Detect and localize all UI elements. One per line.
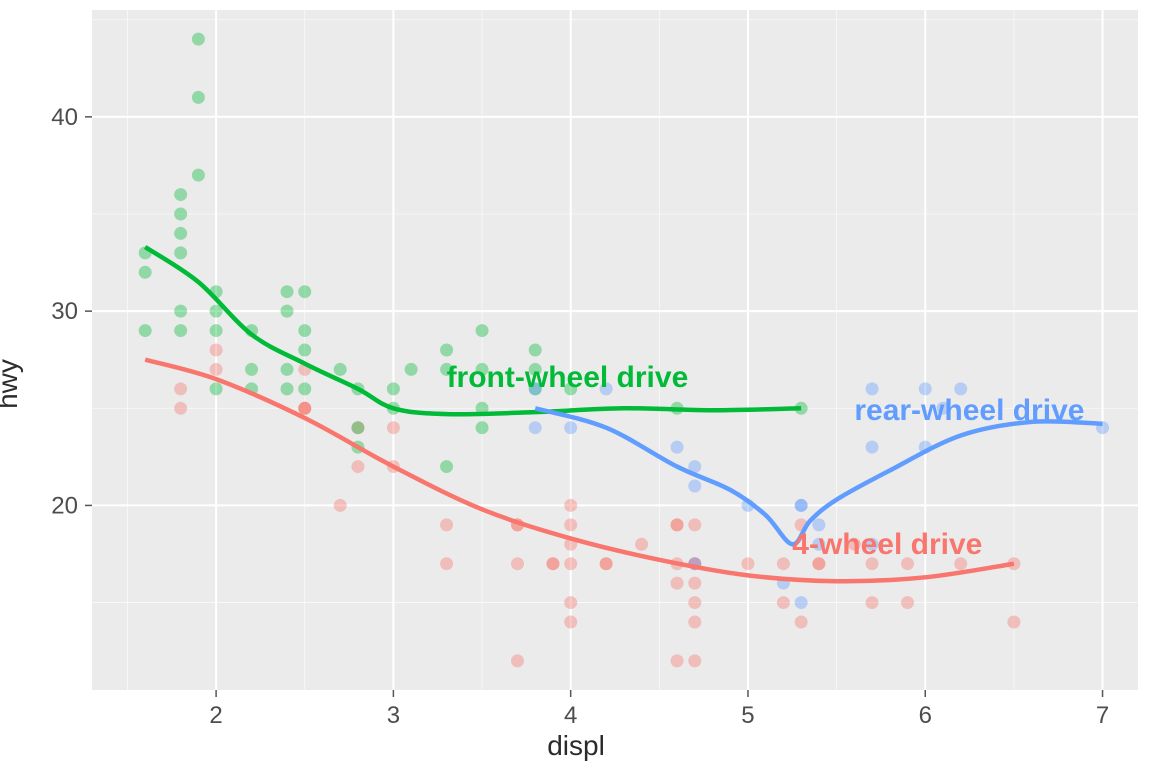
data-point <box>245 363 258 376</box>
data-point <box>351 460 364 473</box>
data-point <box>139 324 152 337</box>
data-point <box>298 344 311 357</box>
data-point <box>671 441 684 454</box>
series-label: 4-wheel drive <box>792 528 982 561</box>
data-point <box>511 654 524 667</box>
data-point <box>866 441 879 454</box>
data-point <box>440 344 453 357</box>
series-label: front-wheel drive <box>447 361 689 394</box>
data-point <box>440 460 453 473</box>
y-axis-label: hwy <box>0 359 24 409</box>
data-point <box>210 324 223 337</box>
data-point <box>281 305 294 318</box>
data-point <box>405 363 418 376</box>
data-point <box>210 363 223 376</box>
data-point <box>688 577 701 590</box>
data-point <box>795 616 808 629</box>
data-point <box>564 499 577 512</box>
data-point <box>671 654 684 667</box>
data-point <box>600 557 613 570</box>
x-axis-label: displ <box>547 730 605 762</box>
data-point <box>564 421 577 434</box>
data-point <box>174 188 187 201</box>
series-label: rear-wheel drive <box>854 394 1084 427</box>
data-point <box>511 557 524 570</box>
data-point <box>440 518 453 531</box>
data-point <box>298 324 311 337</box>
data-point <box>529 344 542 357</box>
plot-panel <box>92 10 1138 690</box>
data-point <box>777 557 790 570</box>
data-point <box>1007 616 1020 629</box>
data-point <box>281 285 294 298</box>
data-point <box>440 557 453 570</box>
data-point <box>174 246 187 259</box>
data-point <box>174 208 187 221</box>
data-point <box>476 421 489 434</box>
data-point <box>688 654 701 667</box>
data-point <box>671 577 684 590</box>
x-tick-label: 4 <box>564 702 577 729</box>
data-point <box>174 402 187 415</box>
data-point <box>192 91 205 104</box>
data-point <box>174 382 187 395</box>
data-point <box>298 382 311 395</box>
data-point <box>174 324 187 337</box>
data-point <box>139 266 152 279</box>
y-tick-label: 20 <box>51 492 78 519</box>
data-point <box>866 596 879 609</box>
data-point <box>387 382 400 395</box>
data-point <box>192 33 205 46</box>
data-point <box>564 596 577 609</box>
data-point <box>688 518 701 531</box>
data-point <box>334 499 347 512</box>
data-point <box>564 557 577 570</box>
data-point <box>281 363 294 376</box>
data-point <box>210 382 223 395</box>
x-tick-label: 6 <box>919 702 932 729</box>
data-point <box>476 324 489 337</box>
data-point <box>298 402 311 415</box>
data-point <box>795 596 808 609</box>
data-point <box>901 596 914 609</box>
data-point <box>671 518 684 531</box>
data-point <box>192 169 205 182</box>
y-tick-label: 30 <box>51 298 78 325</box>
data-point <box>635 538 648 551</box>
data-point <box>564 616 577 629</box>
x-tick-label: 2 <box>209 702 222 729</box>
chart-svg: 2 3 4 5 6 7 20 30 40 4-wheel drive front-wheel dri… <box>0 0 1152 768</box>
y-tick-label: 40 <box>51 104 78 131</box>
data-point <box>777 596 790 609</box>
data-point <box>351 421 364 434</box>
data-point <box>387 421 400 434</box>
data-point <box>529 421 542 434</box>
data-point <box>688 596 701 609</box>
data-point <box>174 227 187 240</box>
data-point <box>688 480 701 493</box>
data-point <box>688 616 701 629</box>
data-point <box>281 382 294 395</box>
data-point <box>741 557 754 570</box>
data-point <box>298 285 311 298</box>
x-tick-label: 7 <box>1096 702 1109 729</box>
data-point <box>334 363 347 376</box>
x-tick-label: 3 <box>387 702 400 729</box>
data-point <box>564 518 577 531</box>
data-point <box>174 305 187 318</box>
chart: hwy displ 2 3 4 5 6 7 20 30 40 4-wheel drive front… <box>0 0 1152 768</box>
data-point <box>546 557 559 570</box>
data-point <box>795 499 808 512</box>
data-point <box>210 344 223 357</box>
x-tick-label: 5 <box>741 702 754 729</box>
